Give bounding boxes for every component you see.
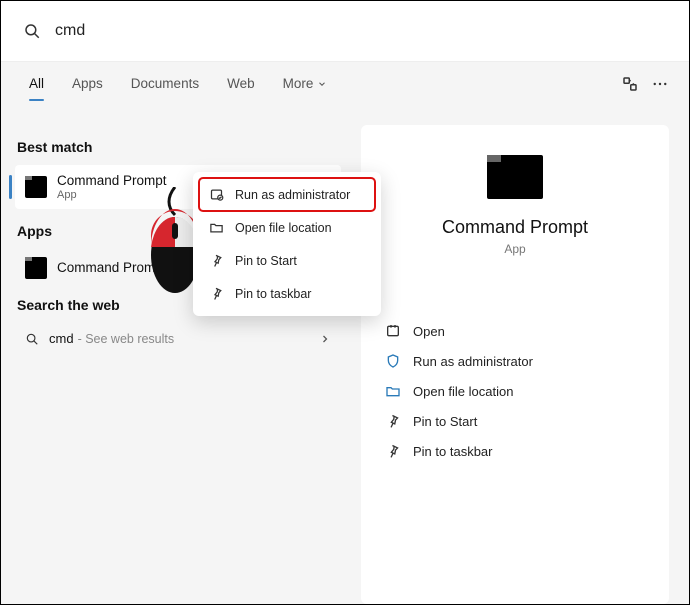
pv-run-admin-label: Run as administrator [413,354,533,369]
more-icon-button[interactable] [645,75,675,93]
web-item-hint: - See web results [78,332,175,346]
tab-all[interactable]: All [15,62,58,105]
pin-icon [209,253,224,268]
options-icon [621,75,639,93]
best-match-heading: Best match [17,139,339,155]
chevron-down-icon [317,79,327,89]
pv-pin-task[interactable]: Pin to taskbar [381,436,649,466]
shield-icon [385,353,401,369]
pv-run-admin[interactable]: Run as administrator [381,346,649,376]
tabs-row: All Apps Documents Web More [1,61,689,105]
tab-apps[interactable]: Apps [58,62,117,105]
pv-open-label: Open [413,324,445,339]
pv-open-loc-label: Open file location [413,384,513,399]
pin-icon [385,413,401,429]
web-item[interactable]: cmd - See web results [15,323,341,354]
pv-open[interactable]: Open [381,316,649,346]
cmd-app-icon [25,176,47,198]
preview-thumb-icon [487,155,543,199]
content: Best match Command Prompt App Apps Comma… [1,105,689,604]
preview-sub: App [381,242,649,256]
preview-title: Command Prompt [381,217,649,238]
open-icon [385,323,401,339]
chevron-right-icon [319,333,331,345]
admin-icon [209,187,224,202]
best-match-sub: App [57,189,167,201]
apps-item-title: Command Prompt [57,260,167,276]
tab-web[interactable]: Web [213,62,269,105]
ctx-pin-start[interactable]: Pin to Start [199,244,375,277]
search-input[interactable] [55,22,667,40]
tab-more[interactable]: More [269,62,342,105]
ctx-open-loc[interactable]: Open file location [199,211,375,244]
tab-documents[interactable]: Documents [117,62,213,105]
ctx-run-admin[interactable]: Run as administrator [199,178,375,211]
tab-more-label: More [283,76,314,91]
context-menu: Run as administrator Open file location … [193,172,381,316]
more-icon [651,75,669,93]
pv-pin-task-label: Pin to taskbar [413,444,493,459]
folder-icon [385,383,401,399]
search-bar [1,1,689,61]
preview-card: Command Prompt App Open Run as administr… [361,125,669,604]
pin-icon [385,443,401,459]
pv-pin-start[interactable]: Pin to Start [381,406,649,436]
search-icon [23,22,41,40]
options-icon-button[interactable] [615,75,645,93]
ctx-open-loc-label: Open file location [235,221,332,235]
cmd-app-icon [25,257,47,279]
pv-open-loc[interactable]: Open file location [381,376,649,406]
search-icon [25,332,39,346]
ctx-pin-start-label: Pin to Start [235,254,297,268]
ctx-pin-task[interactable]: Pin to taskbar [199,277,375,310]
ctx-pin-task-label: Pin to taskbar [235,287,311,301]
folder-icon [209,220,224,235]
pv-pin-start-label: Pin to Start [413,414,477,429]
right-column: Command Prompt App Open Run as administr… [341,105,689,604]
ctx-run-admin-label: Run as administrator [235,188,350,202]
best-match-title: Command Prompt [57,173,167,189]
web-item-label: cmd [49,331,74,346]
pin-icon [209,286,224,301]
